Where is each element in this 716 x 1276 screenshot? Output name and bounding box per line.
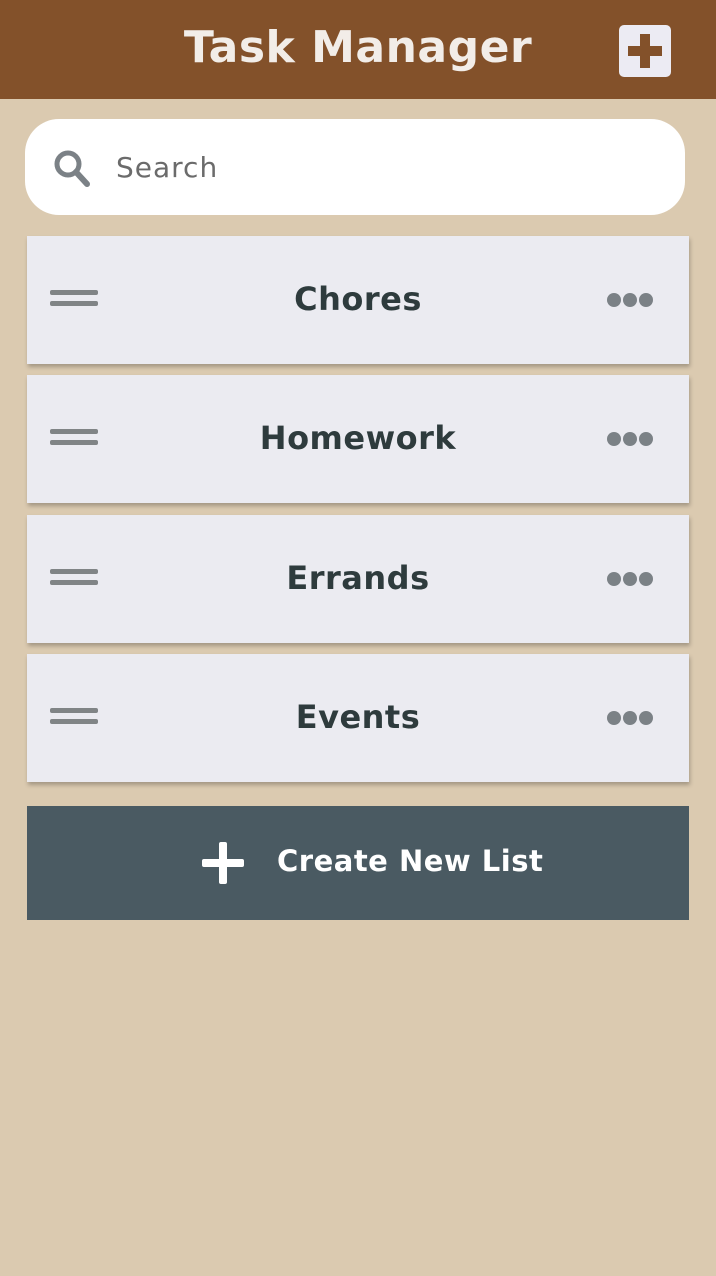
- list-title: Errands: [286, 559, 430, 597]
- list-item-homework[interactable]: Homework: [27, 375, 689, 503]
- search-input[interactable]: [116, 144, 656, 190]
- search-icon: [54, 150, 90, 187]
- list-item-errands[interactable]: Errands: [27, 515, 689, 643]
- more-options-icon[interactable]: [605, 572, 655, 588]
- list-title: Chores: [294, 280, 422, 318]
- more-options-icon[interactable]: [605, 711, 655, 727]
- more-options-icon[interactable]: [605, 432, 655, 448]
- page-title: Task Manager: [183, 22, 533, 73]
- app-header: Task Manager: [0, 0, 716, 99]
- more-options-icon[interactable]: [605, 293, 655, 309]
- list-title: Homework: [259, 419, 457, 457]
- add-list-button[interactable]: [619, 25, 671, 77]
- list-item-chores[interactable]: Chores: [27, 236, 689, 364]
- plus-icon: [202, 842, 244, 884]
- list-title: Events: [295, 698, 421, 736]
- list-item-events[interactable]: Events: [27, 654, 689, 782]
- create-new-list-button[interactable]: Create New List: [27, 806, 689, 920]
- create-new-list-label: Create New List: [277, 844, 544, 878]
